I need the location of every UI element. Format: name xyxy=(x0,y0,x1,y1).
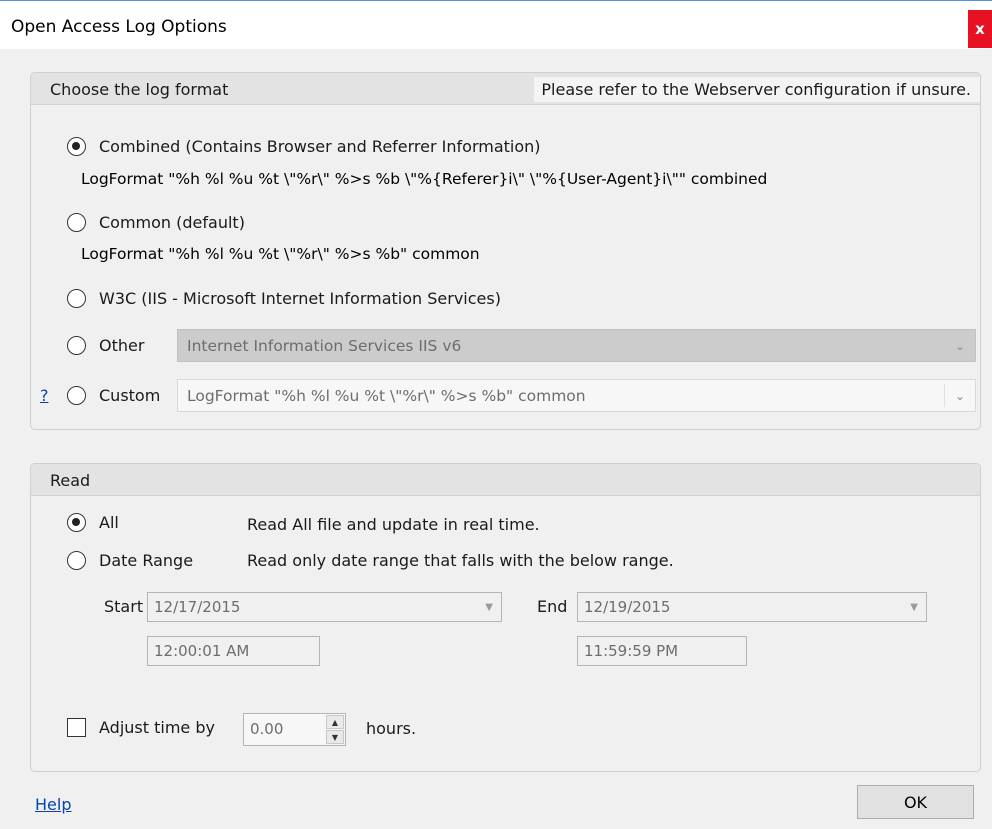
custom-format-value: LogFormat "%h %l %u %t \"%r\" %>s %b" co… xyxy=(187,387,586,405)
caret-down-icon[interactable]: ▼ xyxy=(326,730,344,744)
end-label: End xyxy=(537,597,568,616)
other-format-select[interactable]: Internet Information Services IIS v6 ⌄ xyxy=(177,329,976,362)
adjust-time-value: 0.00 xyxy=(250,720,284,738)
end-time-field[interactable]: 11:59:59 PM xyxy=(577,636,747,666)
log-format-hint: Please refer to the Webserver configurat… xyxy=(534,77,980,102)
w3c-label[interactable]: W3C (IIS - Microsoft Internet Informatio… xyxy=(99,289,501,308)
window-title: Open Access Log Options xyxy=(11,17,227,37)
radio-common[interactable] xyxy=(67,213,86,232)
common-label[interactable]: Common (default) xyxy=(99,213,245,232)
read-all-description: Read All file and update in real time. xyxy=(247,515,540,534)
help-link[interactable]: Help xyxy=(35,795,71,814)
ok-button-label: OK xyxy=(903,792,928,812)
other-format-value: Internet Information Services IIS v6 xyxy=(187,337,462,355)
custom-help-link[interactable]: ? xyxy=(40,386,49,405)
end-date-value: 12/19/2015 xyxy=(584,598,671,616)
date-range-label[interactable]: Date Range xyxy=(99,551,193,570)
close-button[interactable]: x xyxy=(968,10,992,48)
title-bar: Open Access Log Options xyxy=(0,1,992,49)
start-time-value: 12:00:01 AM xyxy=(154,642,250,660)
start-label: Start xyxy=(104,597,144,616)
chevron-down-icon: ▼ xyxy=(910,602,918,613)
read-group-title: Read xyxy=(50,471,91,490)
chevron-down-icon: ⌄ xyxy=(954,338,966,353)
adjust-time-unit: hours. xyxy=(366,719,417,738)
custom-format-combo[interactable]: LogFormat "%h %l %u %t \"%r\" %>s %b" co… xyxy=(177,379,976,412)
close-icon: x xyxy=(975,20,985,38)
combined-label[interactable]: Combined (Contains Browser and Referrer … xyxy=(99,137,541,156)
start-date-value: 12/17/2015 xyxy=(154,598,241,616)
adjust-time-label[interactable]: Adjust time by xyxy=(99,718,215,737)
chevron-down-icon[interactable]: ⌄ xyxy=(945,380,975,411)
ok-button[interactable]: OK xyxy=(857,785,974,819)
radio-custom[interactable] xyxy=(67,386,86,405)
radio-read-all[interactable] xyxy=(67,513,86,532)
log-format-group-title: Choose the log format xyxy=(50,80,229,99)
end-time-value: 11:59:59 PM xyxy=(584,642,679,660)
end-date-picker[interactable]: 12/19/2015 ▼ xyxy=(577,592,927,622)
start-time-field[interactable]: 12:00:01 AM xyxy=(147,636,320,666)
read-all-label[interactable]: All xyxy=(99,513,119,532)
radio-combined[interactable] xyxy=(67,137,86,156)
start-date-picker[interactable]: 12/17/2015 ▼ xyxy=(147,592,502,622)
chevron-down-icon: ▼ xyxy=(485,602,493,613)
date-range-description: Read only date range that falls with the… xyxy=(247,551,674,570)
read-group-header: Read xyxy=(31,464,980,496)
combined-format-string: LogFormat "%h %l %u %t \"%r\" %>s %b \"%… xyxy=(81,170,768,188)
radio-other[interactable] xyxy=(67,336,86,355)
adjust-time-spinner[interactable]: 0.00 ▲ ▼ xyxy=(243,713,346,746)
custom-label[interactable]: Custom xyxy=(99,386,160,405)
radio-w3c[interactable] xyxy=(67,289,86,308)
caret-up-icon[interactable]: ▲ xyxy=(326,715,344,729)
radio-date-range[interactable] xyxy=(67,551,86,570)
other-label[interactable]: Other xyxy=(99,336,144,355)
log-format-group-header: Choose the log format Please refer to th… xyxy=(31,73,980,105)
common-format-string: LogFormat "%h %l %u %t \"%r\" %>s %b" co… xyxy=(81,245,480,263)
adjust-time-checkbox[interactable] xyxy=(67,718,86,737)
